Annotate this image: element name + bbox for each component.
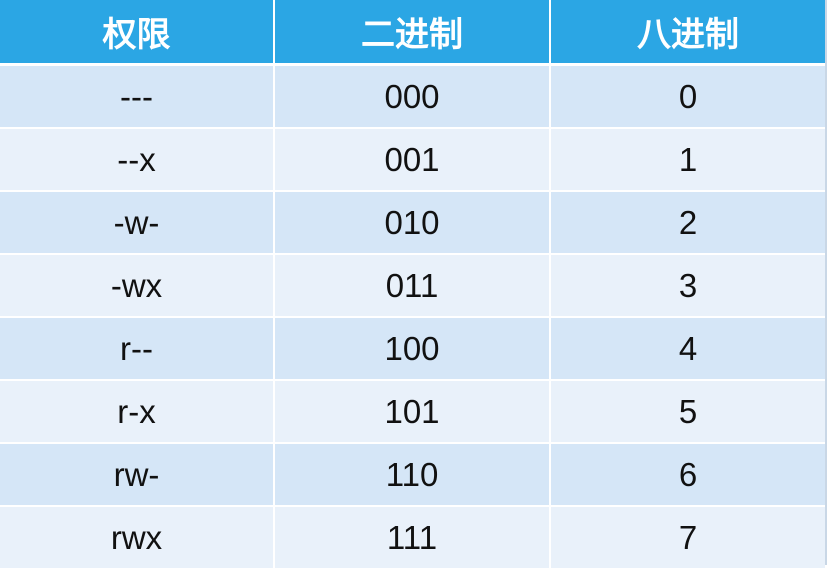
permission-cell: -w-	[0, 190, 275, 255]
octal-cell: 6	[549, 442, 825, 507]
table-row: r-x 101 5	[0, 379, 825, 444]
octal-cell: 2	[549, 190, 825, 255]
permission-table-container: 权限 二进制 八进制 --- 000 0 --x 001 1 -w- 010 2	[0, 0, 827, 570]
table-row: --- 000 0	[0, 63, 825, 129]
permission-cell: ---	[0, 63, 275, 129]
header-permission: 权限	[0, 0, 275, 66]
table-row: --x 001 1	[0, 127, 825, 192]
table-row: -w- 010 2	[0, 190, 825, 255]
binary-cell: 000	[273, 63, 551, 129]
table-body: --- 000 0 --x 001 1 -w- 010 2 -wx 011 3 …	[0, 63, 825, 570]
table-row: rw- 110 6	[0, 442, 825, 507]
octal-cell: 7	[549, 505, 825, 570]
octal-cell: 4	[549, 316, 825, 381]
permission-cell: rwx	[0, 505, 275, 570]
binary-cell: 011	[273, 253, 551, 318]
octal-cell: 1	[549, 127, 825, 192]
permission-table: 权限 二进制 八进制 --- 000 0 --x 001 1 -w- 010 2	[0, 0, 825, 570]
binary-cell: 110	[273, 442, 551, 507]
binary-cell: 111	[273, 505, 551, 570]
header-binary: 二进制	[273, 0, 551, 66]
header-row: 权限 二进制 八进制	[0, 0, 825, 66]
octal-cell: 5	[549, 379, 825, 444]
binary-cell: 101	[273, 379, 551, 444]
octal-cell: 0	[549, 63, 825, 129]
binary-cell: 010	[273, 190, 551, 255]
table-row: rwx 111 7	[0, 505, 825, 570]
header-octal: 八进制	[549, 0, 825, 66]
permission-cell: r--	[0, 316, 275, 381]
octal-cell: 3	[549, 253, 825, 318]
table-header: 权限 二进制 八进制	[0, 0, 825, 66]
binary-cell: 100	[273, 316, 551, 381]
permission-cell: -wx	[0, 253, 275, 318]
table-row: -wx 011 3	[0, 253, 825, 318]
binary-cell: 001	[273, 127, 551, 192]
permission-cell: --x	[0, 127, 275, 192]
permission-cell: r-x	[0, 379, 275, 444]
permission-cell: rw-	[0, 442, 275, 507]
table-row: r-- 100 4	[0, 316, 825, 381]
